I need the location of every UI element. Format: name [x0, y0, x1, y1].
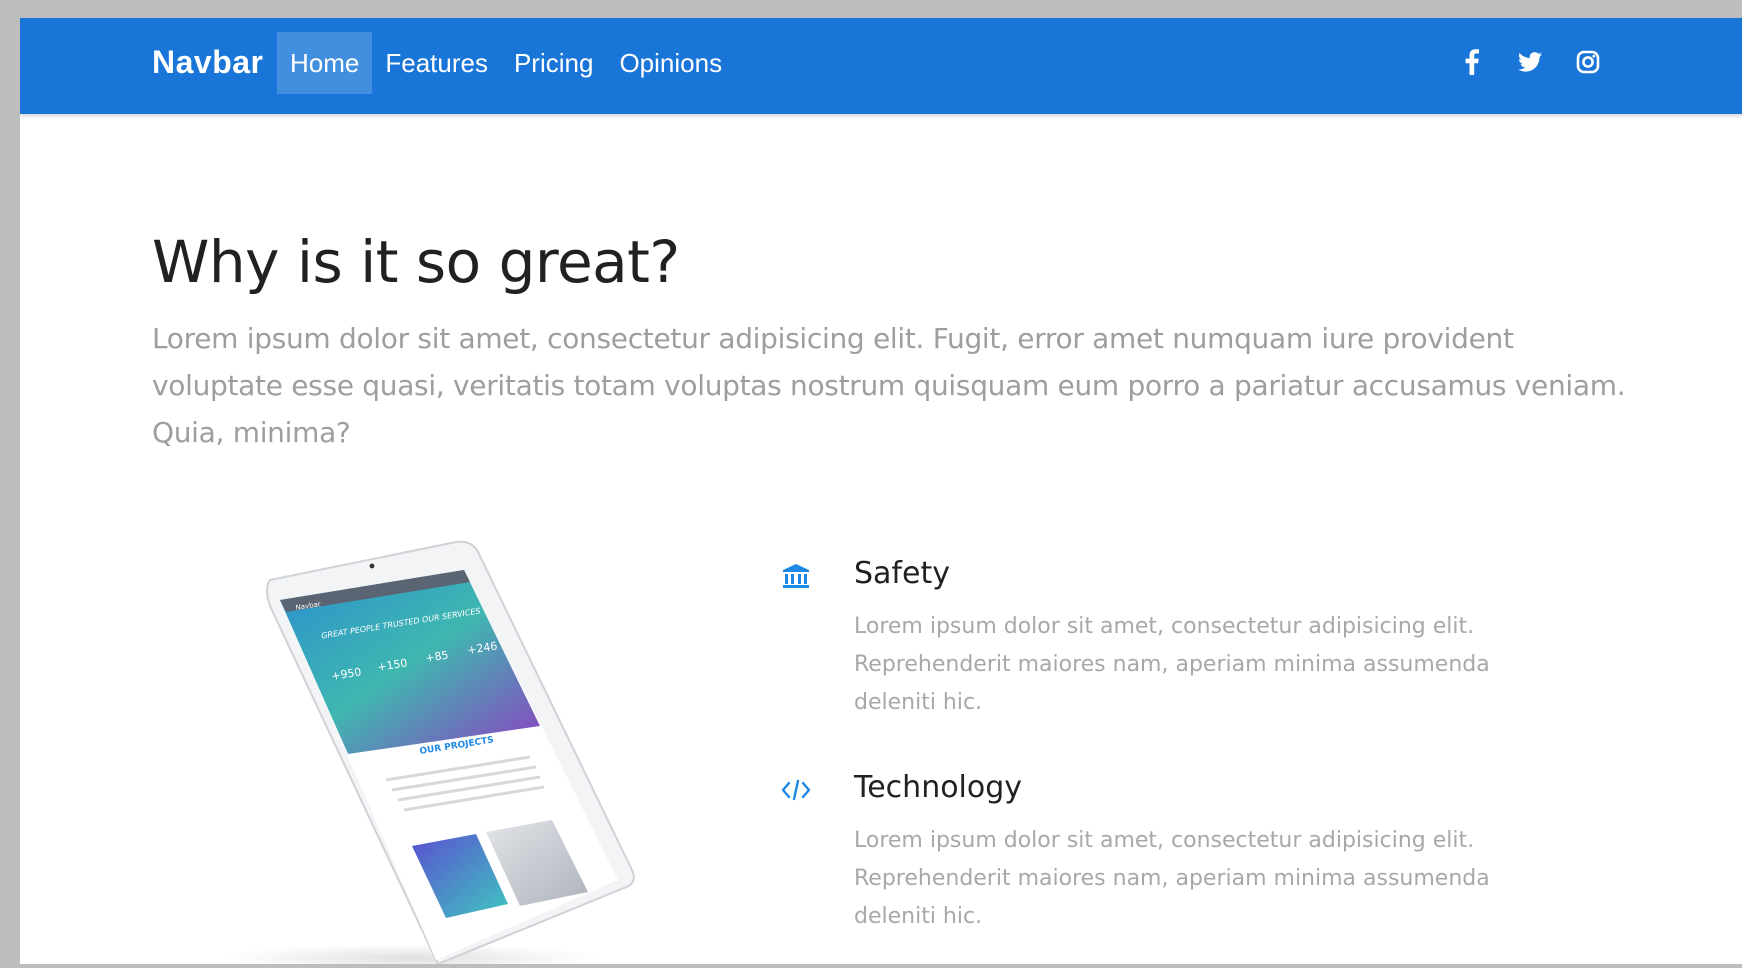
twitter-icon[interactable] [1516, 48, 1544, 76]
feature-text-safety: Lorem ipsum dolor sit amet, consectetur … [854, 614, 1490, 715]
social-links [1458, 48, 1602, 76]
nav-links: Home Features Pricing Opinions [277, 32, 735, 94]
nav-link-features[interactable]: Features [372, 32, 501, 94]
feature-title-technology: Technology [854, 770, 1023, 805]
feature-title-safety: Safety [854, 556, 950, 591]
section-heading: Why is it so great? [152, 228, 680, 296]
nav-link-home[interactable]: Home [277, 32, 373, 94]
facebook-icon[interactable] [1458, 48, 1486, 76]
navbar: Navbar Home Features Pricing Opinions [20, 18, 1742, 114]
instagram-icon[interactable] [1574, 48, 1602, 76]
nav-link-opinions[interactable]: Opinions [606, 32, 735, 94]
code-icon [780, 774, 812, 806]
tablet-image: Navbar GREAT PEOPLE TRUSTED OUR SERVICES… [210, 540, 730, 964]
feature-text-technology: Lorem ipsum dolor sit amet, consectetur … [854, 828, 1490, 929]
bank-icon [780, 560, 812, 592]
nav-link-pricing[interactable]: Pricing [501, 32, 606, 94]
navbar-brand[interactable]: Navbar [152, 44, 264, 81]
section-lead: Lorem ipsum dolor sit amet, consectetur … [152, 322, 1626, 449]
